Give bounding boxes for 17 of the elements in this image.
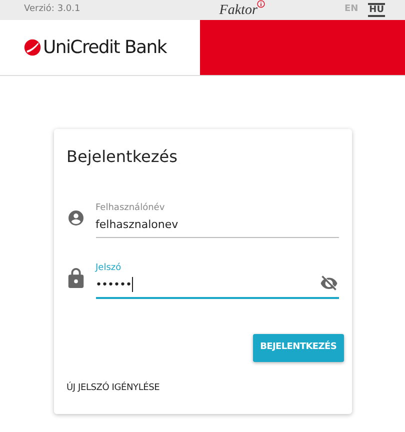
lock-icon [68, 268, 84, 288]
field-label: Jelszó [96, 263, 122, 274]
password-field[interactable]: Jelszó •••••• [96, 257, 338, 299]
field-value: felhasznalonev [96, 217, 178, 232]
product-logo-text: Faktor [219, 2, 258, 20]
new-password-link[interactable]: ÚJ JELSZÓ IGÉNYLÉSE [66, 382, 160, 396]
user-icon [66, 209, 84, 227]
field-value: •••••• [96, 277, 134, 292]
brand-name: UniCredit Bank [43, 36, 166, 60]
language-button[interactable]: HU [368, 3, 385, 17]
info-icon [257, 0, 266, 8]
username-field[interactable]: Felhasználónév felhasznalonev [96, 197, 338, 238]
card-title: Bejelentkezés [66, 146, 178, 168]
eye-slash-icon[interactable] [318, 274, 338, 292]
logo-icon [24, 39, 41, 56]
version-text: Verzió: 3.0.1 [24, 3, 80, 16]
field-label: Felhasználónév [96, 203, 166, 214]
